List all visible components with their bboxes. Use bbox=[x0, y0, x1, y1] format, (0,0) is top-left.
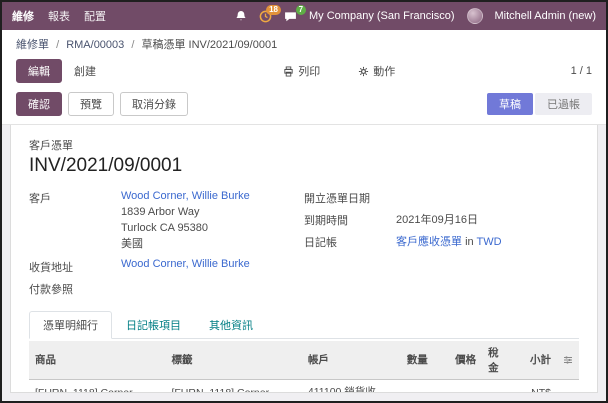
breadcrumb-repair-orders[interactable]: 維修單 bbox=[16, 39, 49, 51]
notebook-tabs: 憑單明細行 日記帳項目 其他資訊 bbox=[29, 310, 579, 339]
customer-address-line1: 1839 Arbor Way bbox=[121, 205, 200, 218]
delivery-address-label: 收貨地址 bbox=[29, 261, 73, 274]
form-view-background: 客戶憑單 INV/2021/09/0001 客戶 Wood Corner, Wi… bbox=[2, 125, 606, 401]
preview-button[interactable]: 預覽 bbox=[68, 92, 114, 116]
top-navbar: 維修 報表 配置 18 7 My Company (San Francisco)… bbox=[2, 2, 606, 30]
create-button[interactable]: 創建 bbox=[62, 59, 108, 83]
page-title: INV/2021/09/0001 bbox=[29, 155, 183, 176]
cancel-entry-button[interactable]: 取消分錄 bbox=[120, 92, 188, 116]
odoo-window: 維修 報表 配置 18 7 My Company (San Francisco)… bbox=[0, 0, 608, 403]
edit-button[interactable]: 編輯 bbox=[16, 59, 62, 83]
cell-subtotal[interactable]: NT$ 50 bbox=[514, 379, 557, 392]
printer-icon bbox=[283, 65, 294, 77]
menu-reports[interactable]: 報表 bbox=[48, 8, 70, 24]
col-subtotal[interactable]: 小計 bbox=[514, 340, 557, 380]
breadcrumb-separator: / bbox=[56, 39, 60, 51]
optional-columns-icon[interactable] bbox=[557, 340, 579, 380]
journal-field: 日記帳 客戶應收憑單 in TWD bbox=[304, 233, 579, 250]
journal-link[interactable]: 客戶應收憑單 bbox=[396, 236, 462, 248]
due-date-field: 到期時間 2021年09月16日 bbox=[304, 211, 579, 228]
field-column-left: 客戶 Wood Corner, Willie Burke 1839 Arbor … bbox=[29, 189, 304, 297]
cell-price[interactable]: 50.00 bbox=[433, 379, 483, 392]
breadcrumb-separator: / bbox=[131, 39, 135, 51]
gear-icon bbox=[358, 66, 369, 77]
customer-label: 客戶 bbox=[29, 193, 51, 205]
currency-link[interactable]: TWD bbox=[476, 236, 501, 248]
notifications-bell-icon[interactable] bbox=[235, 10, 247, 22]
tab-journal-items[interactable]: 日記帳項目 bbox=[112, 311, 195, 338]
delivery-address-link[interactable]: Wood Corner, Willie Burke bbox=[121, 258, 250, 270]
pager[interactable]: 1 / 1 bbox=[571, 65, 592, 77]
print-button-label: 列印 bbox=[298, 66, 321, 78]
payment-reference-value bbox=[121, 280, 304, 297]
cell-quantity[interactable]: 1.00 bbox=[390, 379, 434, 392]
invoice-date-label: 開立憑單日期 bbox=[304, 193, 370, 205]
user-menu[interactable]: Mitchell Admin (new) bbox=[495, 10, 596, 22]
topbar-systray: 18 7 My Company (San Francisco) Mitchell… bbox=[235, 4, 596, 24]
control-panel: 編輯 創建 列印 動作 1 / 1 bbox=[2, 54, 606, 88]
invoice-lines-table: 商品 標籤 帳戶 數量 價格 稅金 小計 [FURN_1118] Corner … bbox=[29, 340, 579, 392]
due-date-label: 到期時間 bbox=[304, 215, 348, 227]
form-statusbar: 確認 預覽 取消分錄 草稿 已過帳 bbox=[2, 88, 606, 125]
table-header-row: 商品 標籤 帳戶 數量 價格 稅金 小計 bbox=[29, 340, 579, 380]
print-button[interactable]: 列印 bbox=[271, 59, 332, 83]
journal-label: 日記帳 bbox=[304, 237, 337, 249]
invoice-date-field: 開立憑單日期 bbox=[304, 189, 579, 206]
col-account[interactable]: 帳戶 bbox=[301, 340, 391, 380]
activities-clock-icon[interactable]: 18 bbox=[259, 4, 282, 23]
due-date-value: 2021年09月16日 bbox=[396, 214, 478, 226]
payment-reference-field: 付款參照 bbox=[29, 280, 304, 297]
cell-label[interactable]: [FURN_1118] Corner Desk Left Sit bbox=[165, 379, 302, 392]
cell-product[interactable]: [FURN_1118] Corner Desk Left Sit bbox=[29, 379, 166, 392]
app-menu-repair[interactable]: 維修 bbox=[12, 8, 34, 24]
action-button[interactable]: 動作 bbox=[346, 59, 407, 83]
col-quantity[interactable]: 數量 bbox=[390, 340, 434, 380]
customer-link[interactable]: Wood Corner, Willie Burke bbox=[121, 190, 250, 202]
breadcrumb: 維修單 / RMA/00003 / 草稿憑單 INV/2021/09/0001 bbox=[2, 30, 606, 54]
delivery-address-field: 收貨地址 Wood Corner, Willie Burke bbox=[29, 258, 304, 275]
field-column-right: 開立憑單日期 到期時間 2021年09月16日 日記帳 客戶應收憑單 in TW… bbox=[304, 189, 579, 297]
confirm-button[interactable]: 確認 bbox=[16, 92, 62, 116]
customer-address-line3: 美國 bbox=[121, 237, 143, 250]
status-pills: 草稿 已過帳 bbox=[487, 93, 592, 115]
journal-value: 客戶應收憑單 in TWD bbox=[396, 233, 579, 250]
field-grid: 客戶 Wood Corner, Willie Burke 1839 Arbor … bbox=[29, 189, 579, 297]
company-switcher[interactable]: My Company (San Francisco) bbox=[309, 10, 455, 22]
invoice-date-value bbox=[396, 189, 579, 206]
control-center: 列印 動作 bbox=[108, 59, 571, 83]
col-product[interactable]: 商品 bbox=[29, 340, 166, 380]
customer-value: Wood Corner, Willie Burke 1839 Arbor Way… bbox=[121, 189, 304, 253]
tab-invoice-lines[interactable]: 憑單明細行 bbox=[29, 310, 112, 339]
table-row: [FURN_1118] Corner Desk Left Sit [FURN_1… bbox=[29, 379, 579, 392]
activity-count-badge: 18 bbox=[266, 4, 282, 15]
action-button-label: 動作 bbox=[373, 66, 396, 78]
menu-configuration[interactable]: 配置 bbox=[84, 8, 106, 24]
messages-chat-icon[interactable]: 7 bbox=[284, 4, 307, 23]
col-label[interactable]: 標籤 bbox=[165, 340, 302, 380]
avatar[interactable] bbox=[466, 8, 483, 24]
message-count-badge: 7 bbox=[295, 4, 307, 15]
form-sheet: 客戶憑單 INV/2021/09/0001 客戶 Wood Corner, Wi… bbox=[10, 125, 598, 393]
customer-address-line2: Turlock CA 95380 bbox=[121, 221, 209, 234]
cell-taxes[interactable] bbox=[482, 379, 515, 392]
col-price[interactable]: 價格 bbox=[433, 340, 483, 380]
breadcrumb-current: 草稿憑單 INV/2021/09/0001 bbox=[141, 39, 278, 51]
breadcrumb-rma-record[interactable]: RMA/00003 bbox=[66, 39, 124, 51]
cell-spacer bbox=[557, 379, 579, 392]
status-draft[interactable]: 草稿 bbox=[487, 93, 533, 115]
document-type-label: 客戶憑單 bbox=[29, 140, 73, 152]
cell-account[interactable]: 411100 銷貨收入 bbox=[301, 379, 391, 392]
customer-field: 客戶 Wood Corner, Willie Burke 1839 Arbor … bbox=[29, 189, 304, 253]
journal-in-text: in bbox=[465, 236, 474, 248]
tab-other-info[interactable]: 其他資訊 bbox=[195, 311, 267, 338]
col-taxes[interactable]: 稅金 bbox=[482, 340, 515, 380]
payment-reference-label: 付款參照 bbox=[29, 283, 73, 296]
status-posted[interactable]: 已過帳 bbox=[535, 93, 592, 115]
